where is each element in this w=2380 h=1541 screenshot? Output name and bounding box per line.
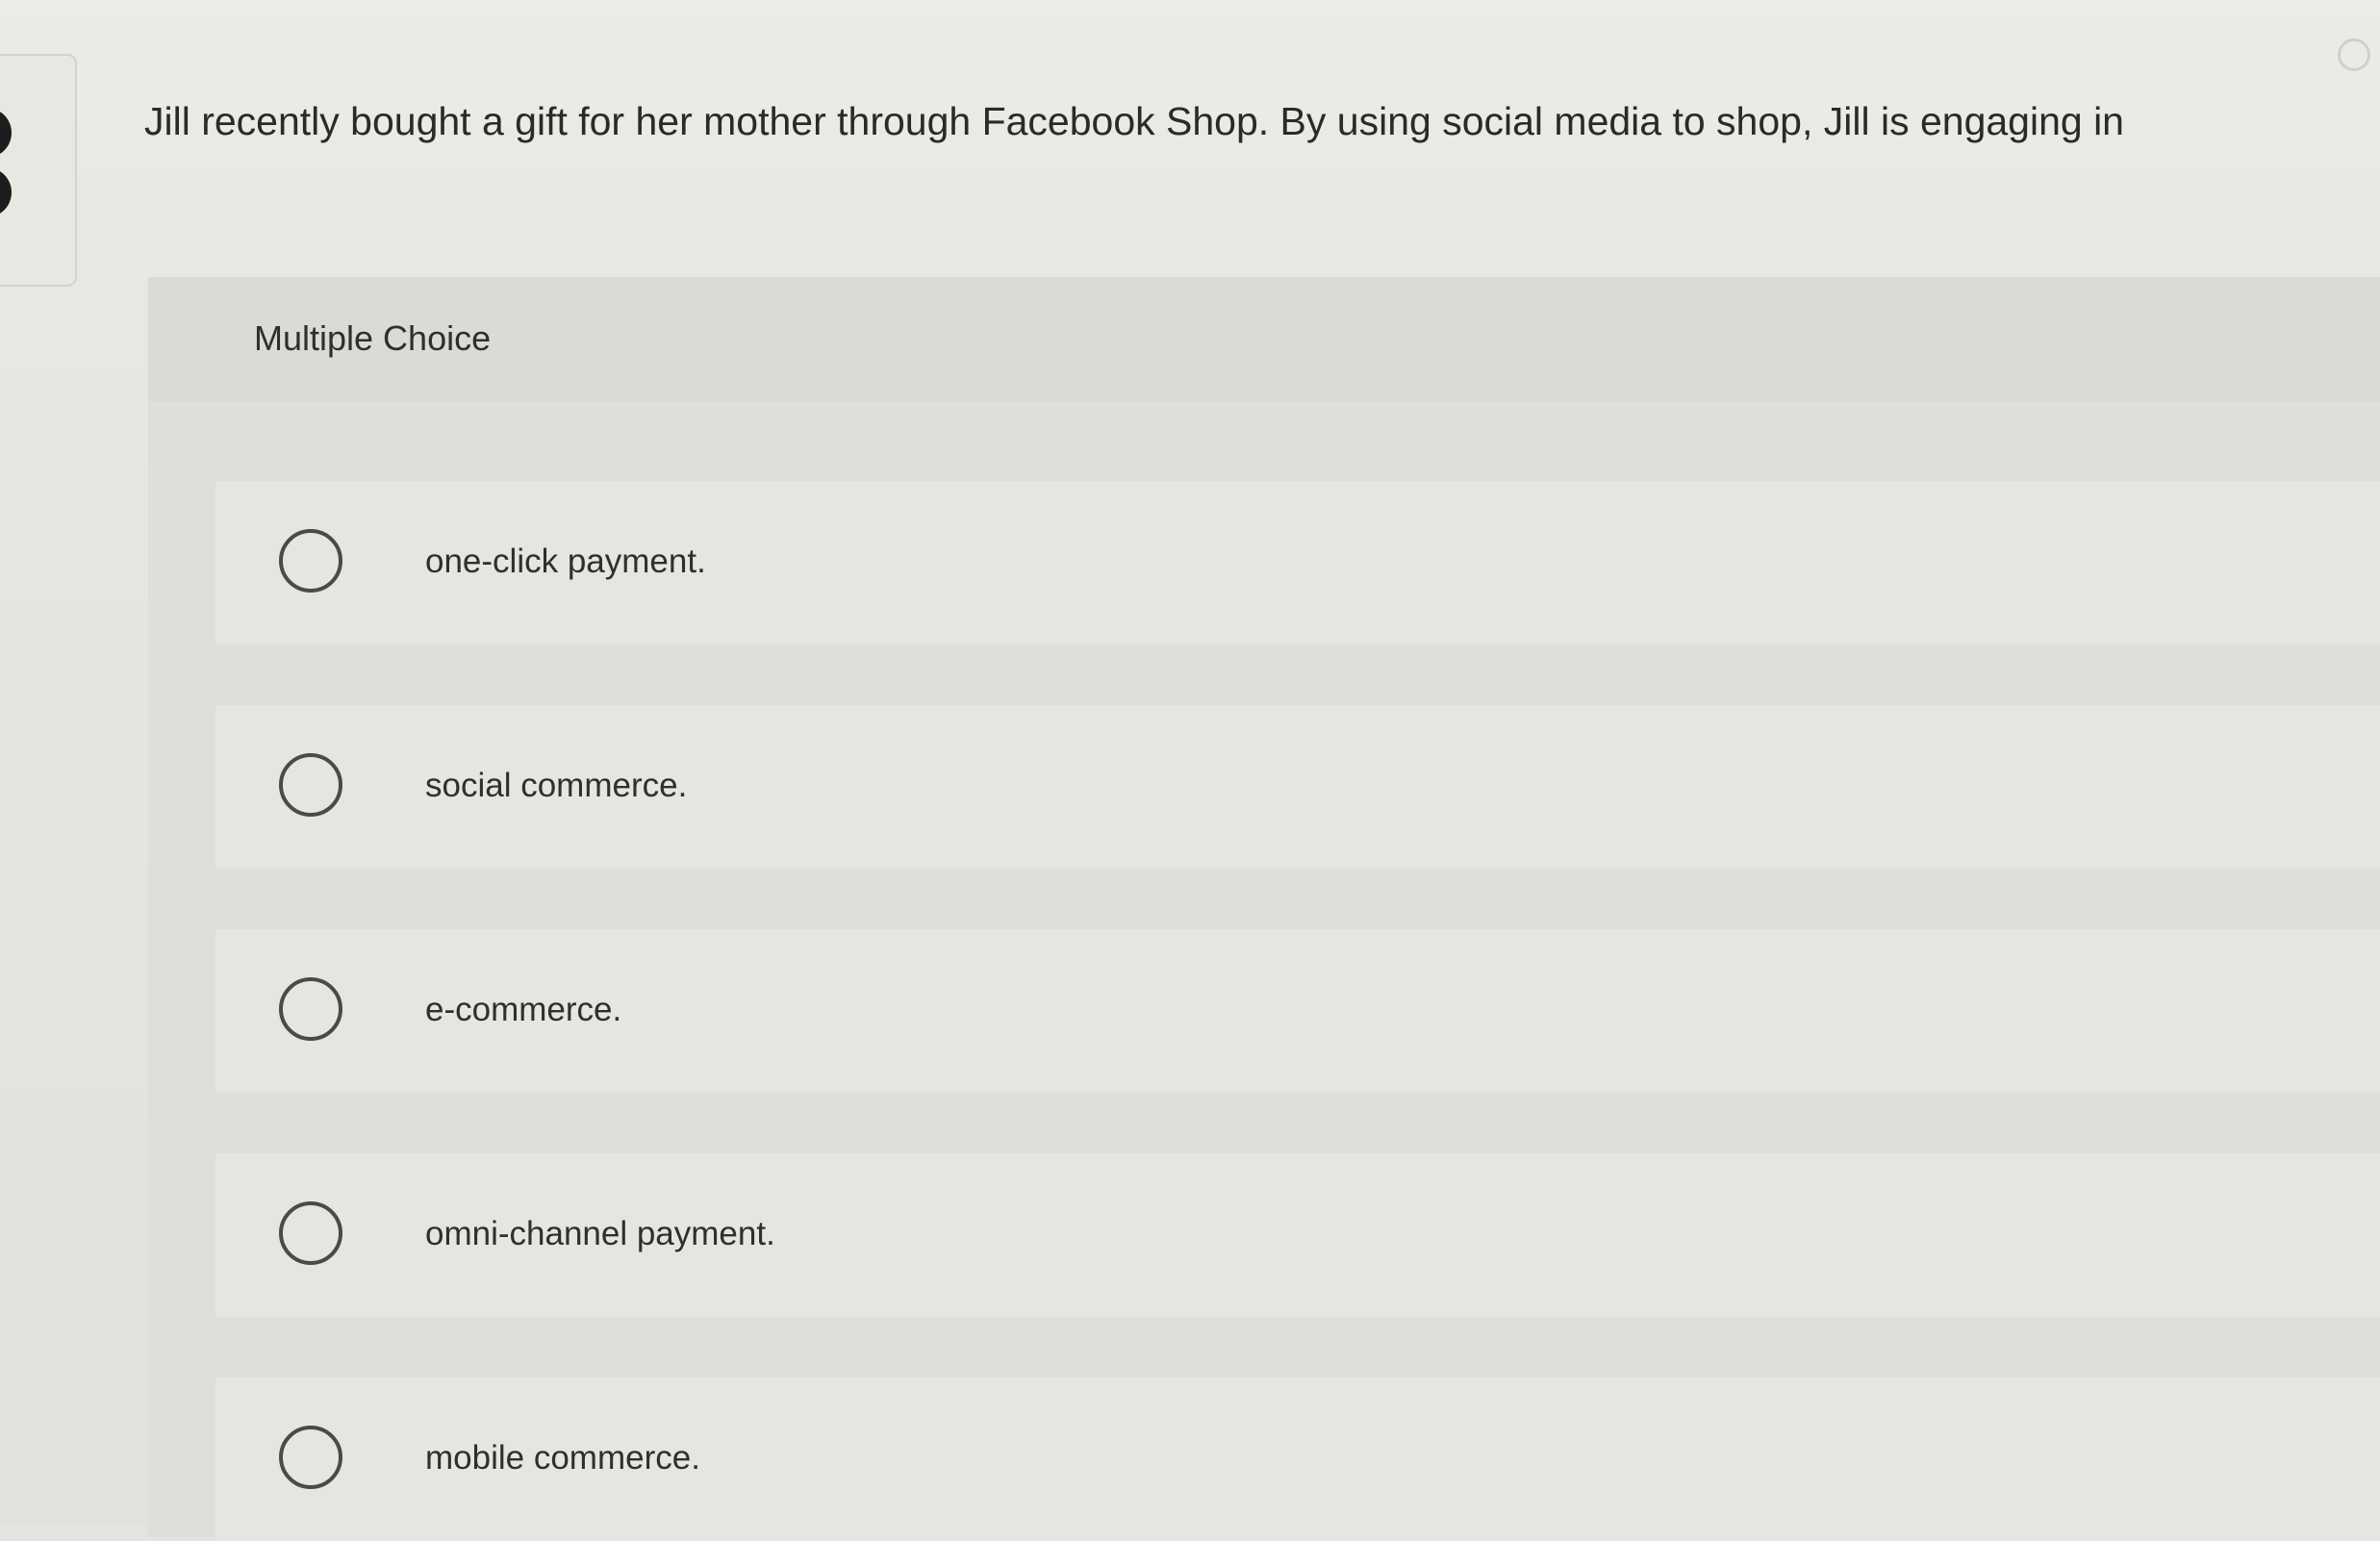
- choice-option[interactable]: e-commerce.: [215, 929, 2380, 1093]
- question-text: Jill recently bought a gift for her moth…: [144, 99, 2124, 143]
- settings-icon[interactable]: [2338, 38, 2370, 71]
- multiple-choice-panel: Multiple Choice one-click payment. socia…: [148, 277, 2380, 1541]
- radio-button[interactable]: [279, 529, 342, 593]
- question-number-marker: [0, 108, 15, 227]
- choice-label[interactable]: mobile commerce.: [425, 1437, 700, 1479]
- panel-header: Multiple Choice: [148, 277, 2380, 402]
- choice-label[interactable]: one-click payment.: [425, 541, 706, 583]
- radio-button[interactable]: [279, 1201, 342, 1265]
- choice-label[interactable]: social commerce.: [425, 765, 687, 807]
- choice-label[interactable]: omni-channel payment.: [425, 1213, 775, 1255]
- choice-option[interactable]: omni-channel payment.: [215, 1153, 2380, 1317]
- choice-option[interactable]: one-click payment.: [215, 481, 2380, 644]
- choice-label[interactable]: e-commerce.: [425, 989, 621, 1031]
- choice-option[interactable]: mobile commerce.: [215, 1377, 2380, 1541]
- panel-title: Multiple Choice: [254, 318, 492, 358]
- radio-button[interactable]: [279, 977, 342, 1041]
- radio-button[interactable]: [279, 1426, 342, 1489]
- choice-option[interactable]: social commerce.: [215, 705, 2380, 869]
- radio-button[interactable]: [279, 753, 342, 817]
